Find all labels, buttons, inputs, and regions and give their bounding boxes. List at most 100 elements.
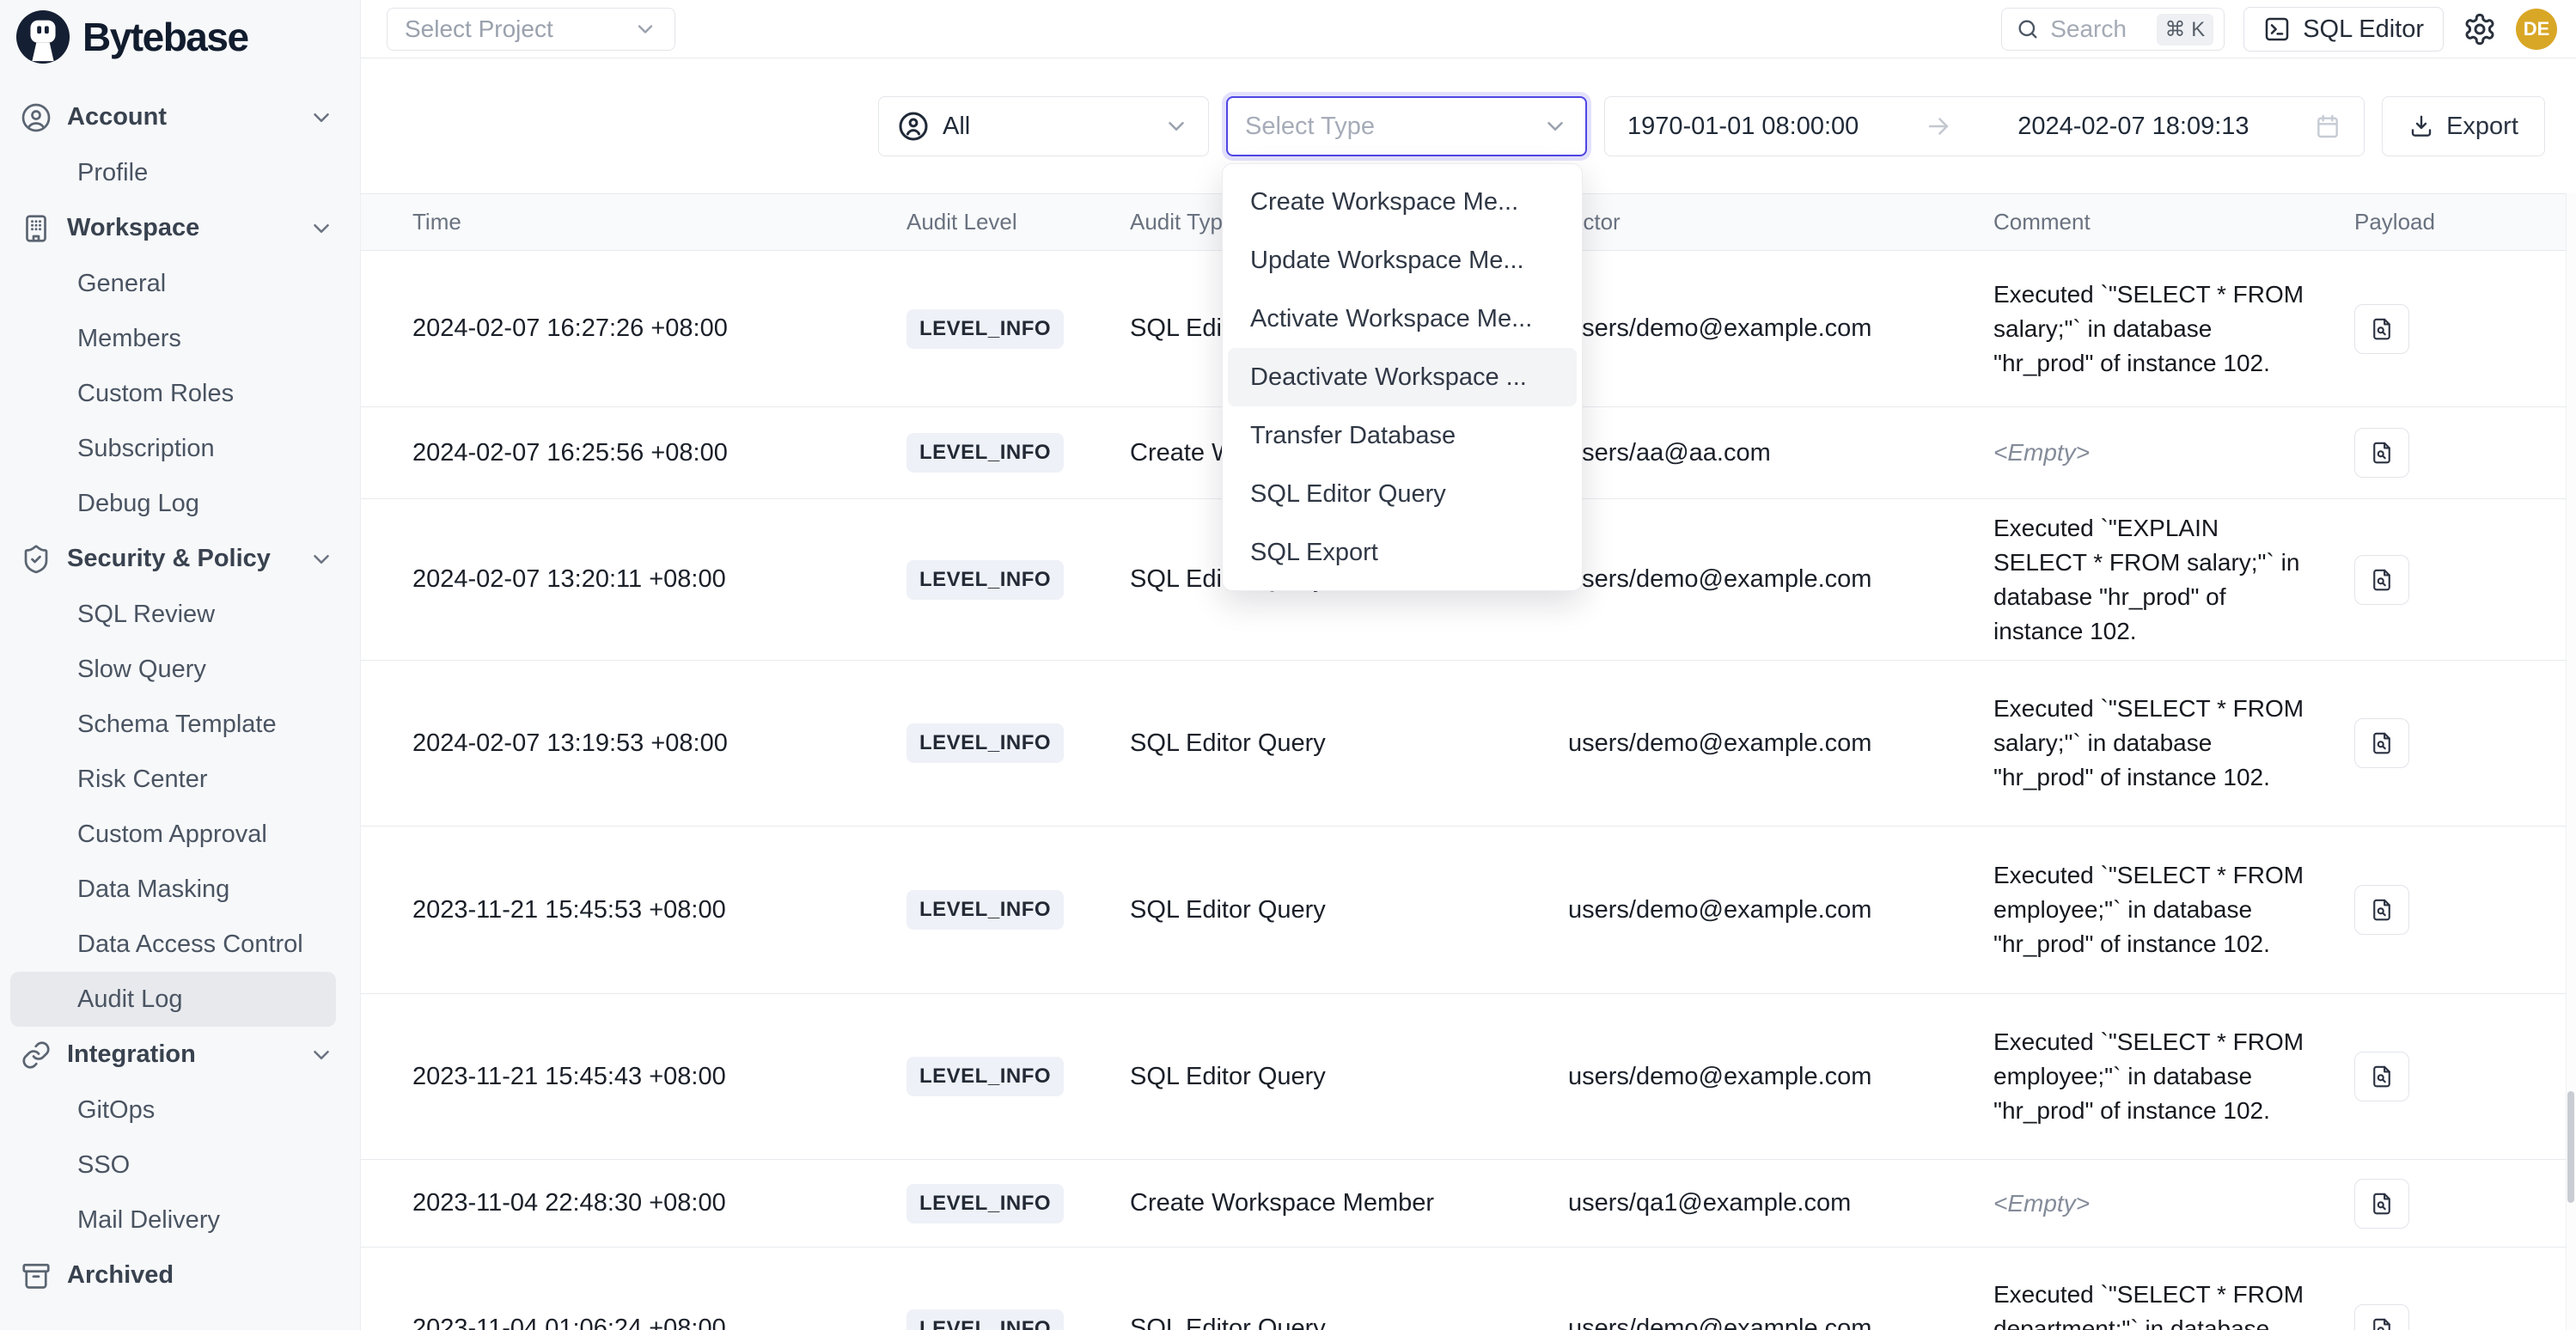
sidebar-item-schema-template[interactable]: Schema Template (10, 697, 336, 752)
audit-level-badge: LEVEL_INFO (906, 1184, 1064, 1223)
col-header-time: Time (382, 209, 876, 235)
payload-view-button[interactable] (2354, 428, 2409, 478)
sidebar-item-sql-review[interactable]: SQL Review (10, 587, 336, 642)
cell-comment: <Empty> (1963, 436, 2324, 470)
payload-view-button[interactable] (2354, 304, 2409, 354)
dropdown-item-deactivate-workspace-member[interactable]: Deactivate Workspace ... (1228, 348, 1577, 406)
sidebar-item-data-access-control[interactable]: Data Access Control (10, 917, 336, 972)
cell-time: 2024-02-07 16:25:56 +08:00 (382, 439, 876, 467)
project-select[interactable]: Select Project (387, 8, 675, 51)
file-search-icon (2369, 1316, 2395, 1330)
search-shortcut-badge: ⌘ K (2157, 14, 2214, 46)
sql-editor-label: SQL Editor (2303, 15, 2424, 44)
audit-level-badge: LEVEL_INFO (906, 1057, 1064, 1096)
dropdown-item-transfer-database[interactable]: Transfer Database (1228, 406, 1577, 465)
sidebar-section-integration[interactable]: Integration (0, 1027, 360, 1083)
type-filter-select[interactable]: Select Type (1226, 96, 1587, 156)
cell-actor: users/demo@example.com (1538, 1063, 1963, 1091)
dropdown-item-activate-workspace-member[interactable]: Activate Workspace Me... (1228, 290, 1577, 348)
sidebar-item-mail-delivery[interactable]: Mail Delivery (10, 1193, 336, 1248)
export-button[interactable]: Export (2382, 96, 2545, 156)
cell-comment: Executed `"EXPLAIN SELECT * FROM salary;… (1963, 511, 2324, 649)
project-select-placeholder: Select Project (405, 15, 553, 43)
sidebar-item-risk-center[interactable]: Risk Center (10, 752, 336, 807)
chevron-down-icon (633, 17, 657, 41)
scrollbar-thumb[interactable] (2567, 1091, 2574, 1203)
dropdown-item-create-workspace-member[interactable]: Create Workspace Me... (1228, 173, 1577, 231)
cell-actor: users/demo@example.com (1538, 314, 1963, 343)
dropdown-item-sql-export[interactable]: SQL Export (1228, 523, 1577, 582)
gear-icon[interactable] (2463, 12, 2497, 46)
file-search-icon (2369, 897, 2395, 923)
sidebar: Bytebase Account Profile Workspace Gener… (0, 0, 361, 1330)
payload-view-button[interactable] (2354, 718, 2409, 768)
date-to-value: 2024-02-07 18:09:13 (2017, 113, 2249, 141)
member-filter-select[interactable]: All (878, 96, 1209, 156)
terminal-icon (2263, 15, 2291, 43)
chevron-down-icon (1542, 113, 1568, 139)
cell-actor: users/demo@example.com (1538, 896, 1963, 924)
cell-comment: Executed `"SELECT * FROM employee;"` in … (1963, 858, 2324, 961)
table-row: 2023-11-21 15:45:43 +08:00 LEVEL_INFO SQ… (361, 994, 2576, 1160)
cell-audit-type: SQL Editor Query (1100, 1063, 1538, 1091)
sidebar-item-debug-log[interactable]: Debug Log (10, 476, 336, 531)
cell-comment: Executed `"SELECT * FROM employee;"` in … (1963, 1025, 2324, 1128)
sidebar-item-general[interactable]: General (10, 256, 336, 311)
cell-time: 2024-02-07 13:19:53 +08:00 (382, 729, 876, 758)
section-label: Account (67, 103, 293, 131)
scrollbar-track[interactable] (2566, 193, 2576, 1330)
sidebar-item-profile[interactable]: Profile (10, 145, 336, 200)
cell-comment: Executed `"SELECT * FROM salary;"` in da… (1963, 278, 2324, 381)
cell-audit-type: Create Workspace Member (1100, 1189, 1538, 1217)
sidebar-section-workspace[interactable]: Workspace (0, 200, 360, 256)
search-icon (2016, 17, 2040, 41)
audit-level-badge: LEVEL_INFO (906, 890, 1064, 930)
chevron-down-icon (308, 105, 334, 131)
topbar-right: Search ⌘ K SQL Editor DE (2001, 7, 2557, 52)
payload-view-button[interactable] (2354, 1052, 2409, 1101)
sidebar-section-archived[interactable]: Archived (0, 1248, 360, 1303)
brand-logo[interactable]: Bytebase (0, 0, 360, 64)
avatar[interactable]: DE (2516, 9, 2557, 50)
sidebar-item-custom-approval[interactable]: Custom Approval (10, 807, 336, 862)
sql-editor-button[interactable]: SQL Editor (2243, 7, 2444, 52)
file-search-icon (2369, 316, 2395, 342)
dropdown-item-update-workspace-member[interactable]: Update Workspace Me... (1228, 231, 1577, 290)
payload-view-button[interactable] (2354, 1304, 2409, 1330)
calendar-icon (2314, 113, 2341, 140)
sidebar-item-data-masking[interactable]: Data Masking (10, 862, 336, 917)
section-label: Integration (67, 1040, 293, 1069)
cell-actor: users/demo@example.com (1538, 565, 1963, 594)
payload-view-button[interactable] (2354, 555, 2409, 605)
date-range-picker[interactable]: 1970-01-01 08:00:00 2024-02-07 18:09:13 (1604, 96, 2365, 156)
col-header-payload: Payload (2324, 209, 2555, 235)
cell-comment: Executed `"SELECT * FROM department;"` i… (1963, 1278, 2324, 1330)
payload-view-button[interactable] (2354, 1179, 2409, 1229)
building-icon (21, 213, 52, 244)
cell-audit-type: SQL Editor Query (1100, 1315, 1538, 1330)
search-placeholder: Search (2050, 15, 2146, 43)
cell-time: 2023-11-04 22:48:30 +08:00 (382, 1189, 876, 1217)
member-filter-value: All (943, 113, 970, 141)
file-search-icon (2369, 567, 2395, 593)
cell-comment: <Empty> (1963, 1187, 2324, 1221)
sidebar-item-gitops[interactable]: GitOps (10, 1083, 336, 1138)
sidebar-item-subscription[interactable]: Subscription (10, 421, 336, 476)
sidebar-item-members[interactable]: Members (10, 311, 336, 366)
archive-icon (21, 1260, 52, 1291)
cell-actor: users/qa1@example.com (1538, 1189, 1963, 1217)
dropdown-item-sql-editor-query[interactable]: SQL Editor Query (1228, 465, 1577, 523)
export-label: Export (2446, 113, 2518, 141)
search-input[interactable]: Search ⌘ K (2001, 8, 2225, 51)
sidebar-item-audit-log[interactable]: Audit Log (10, 972, 336, 1027)
sidebar-item-sso[interactable]: SSO (10, 1138, 336, 1193)
cell-audit-type: SQL Editor Query (1100, 896, 1538, 924)
sidebar-item-custom-roles[interactable]: Custom Roles (10, 366, 336, 421)
section-label: Workspace (67, 214, 293, 242)
sidebar-item-slow-query[interactable]: Slow Query (10, 642, 336, 697)
filter-row: All Select Type 1970-01-01 08:00:00 2024… (878, 96, 2545, 156)
sidebar-section-account[interactable]: Account (0, 89, 360, 145)
sidebar-section-security-policy[interactable]: Security & Policy (0, 531, 360, 587)
payload-view-button[interactable] (2354, 885, 2409, 935)
table-row: 2023-11-04 01:06:24 +08:00 LEVEL_INFO SQ… (361, 1248, 2576, 1330)
